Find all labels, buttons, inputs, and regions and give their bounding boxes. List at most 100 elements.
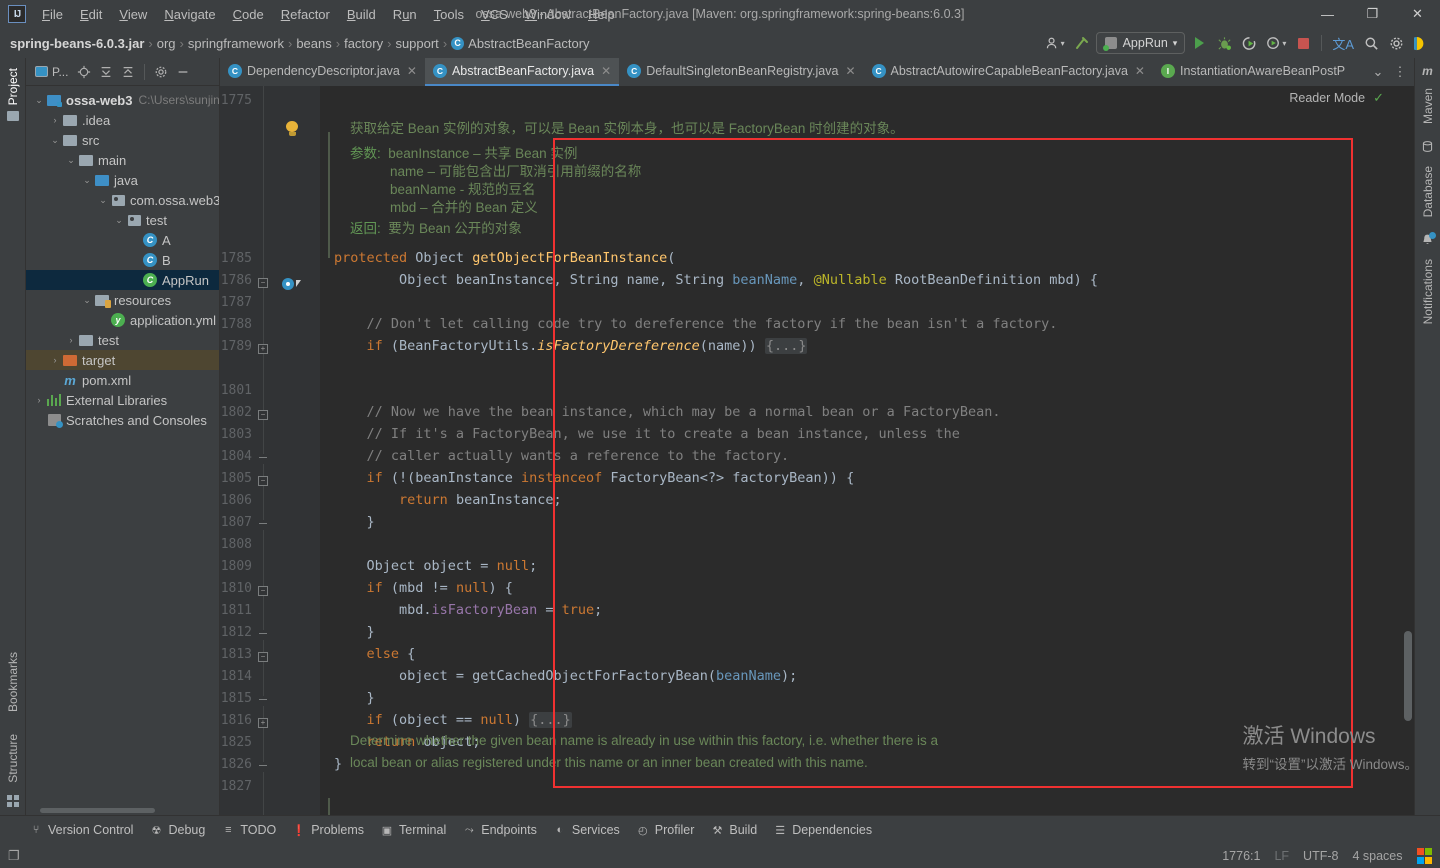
editor-tab-abstractbeanfactory[interactable]: C AbstractBeanFactory.java ✕ (424, 58, 620, 86)
tree-node-test[interactable]: ⌄ test (26, 210, 219, 230)
tree-node-resources[interactable]: ⌄ resources (26, 290, 219, 310)
more-options-icon[interactable]: ⋮ (1390, 62, 1410, 82)
tree-node-application-yml[interactable]: y application.yml (26, 310, 219, 330)
code-fold-minus-icon[interactable]: − (258, 278, 268, 288)
editor-tab-defaultsingletonbeanregistry[interactable]: C DefaultSingletonBeanRegistry.java ✕ (619, 58, 863, 86)
menu-tools[interactable]: Tools (426, 3, 472, 26)
project-tree[interactable]: ⌄ ossa-web3 C:\Users\sunjinx › .idea ⌄ src ⌄ mai… (26, 86, 219, 805)
sidebar-item-database[interactable]: Database (1421, 160, 1435, 223)
editor-vertical-scrollbar[interactable] (1404, 631, 1412, 721)
code-line[interactable]: Object beanInstance, String name, String… (334, 269, 1098, 291)
code-content[interactable]: 获取给定 Bean 实例的对象，可以是 Bean 实例本身，也可以是 Facto… (320, 86, 1414, 815)
translate-icon[interactable]: 文A (1329, 32, 1357, 54)
code-fold-plus-icon[interactable]: + (258, 718, 268, 728)
tree-expand-arrow[interactable]: ⌄ (48, 135, 62, 146)
file-encoding[interactable]: UTF-8 (1303, 849, 1338, 863)
user-profile-icon[interactable]: ▾ (1042, 32, 1068, 54)
tree-node-ossa-web3[interactable]: ⌄ ossa-web3 C:\Users\sunjinx (26, 90, 219, 110)
tree-expand-arrow[interactable]: › (48, 115, 62, 125)
close-tab-icon[interactable]: ✕ (1135, 64, 1145, 78)
code-line[interactable]: // Don't let calling code try to derefer… (334, 313, 1058, 335)
tree-node-scratches-and-consoles[interactable]: Scratches and Consoles (26, 410, 219, 430)
close-tab-icon[interactable]: ✕ (407, 64, 417, 78)
stop-button[interactable] (1292, 32, 1314, 54)
breadcrumb-item-beans[interactable]: beans (296, 36, 331, 51)
caret-position[interactable]: 1776:1 (1222, 849, 1260, 863)
code-fold-minus-icon[interactable]: − (258, 476, 268, 486)
menu-help[interactable]: Help (580, 3, 623, 26)
menu-vcs[interactable]: VCS (473, 3, 516, 26)
code-line[interactable]: if (mbd != null) { (334, 577, 513, 599)
breadcrumb-item-springframework[interactable]: springframework (188, 36, 284, 51)
breadcrumb-item-jar[interactable]: spring-beans-6.0.3.jar (10, 36, 144, 51)
tree-node-pom-xml[interactable]: m pom.xml (26, 370, 219, 390)
code-fold-endu-icon[interactable] (258, 630, 268, 640)
tree-node-a[interactable]: CA (26, 230, 219, 250)
bottom-tool-terminal[interactable]: ▣ Terminal (373, 820, 453, 840)
intention-bulb-icon[interactable] (286, 121, 299, 137)
tree-expand-arrow[interactable]: › (48, 355, 62, 365)
bottom-tool-debug[interactable]: ☢ Debug (142, 820, 212, 840)
code-line[interactable]: } (334, 511, 375, 533)
tree-node-java[interactable]: ⌄ java (26, 170, 219, 190)
tree-expand-arrow[interactable]: ⌄ (32, 95, 46, 106)
tree-expand-arrow[interactable]: › (64, 335, 78, 345)
menu-window[interactable]: Window (517, 3, 579, 26)
tree-expand-arrow[interactable]: ⌄ (80, 295, 94, 306)
sidebar-item-structure[interactable]: Structure (6, 728, 20, 789)
code-line[interactable]: if (!(beanInstance instanceof FactoryBea… (334, 467, 855, 489)
run-with-coverage-button[interactable] (1238, 32, 1260, 54)
gear-icon[interactable] (151, 62, 171, 82)
bottom-tool-build[interactable]: ⚒ Build (703, 820, 764, 840)
menu-view[interactable]: View (111, 3, 155, 26)
profile-button[interactable]: ▾ (1263, 32, 1289, 54)
code-line[interactable]: protected Object getObjectForBeanInstanc… (334, 247, 675, 269)
tree-node-test[interactable]: › test (26, 330, 219, 350)
tree-node-b[interactable]: CB (26, 250, 219, 270)
code-line[interactable]: // Now we have the bean instance, which … (334, 401, 1001, 423)
menu-build[interactable]: Build (339, 3, 384, 26)
bottom-tool-profiler[interactable]: ◴ Profiler (629, 820, 702, 840)
tree-expand-arrow[interactable]: ⌄ (80, 175, 94, 186)
tree-expand-arrow[interactable]: › (32, 395, 46, 405)
tree-expand-arrow[interactable]: ⌄ (96, 195, 110, 206)
editor-gutter[interactable]: 1775 1785 1786 1787 1788 1789 1801 1802 1803 1804… (220, 86, 320, 815)
sidebar-item-bookmarks[interactable]: Bookmarks (6, 646, 20, 718)
code-line[interactable]: if (BeanFactoryUtils.isFactoryDereferenc… (334, 335, 808, 357)
tree-expand-arrow[interactable]: ⌄ (112, 215, 126, 226)
bottom-tool-problems[interactable]: ❗ Problems (285, 820, 371, 840)
close-button[interactable]: ✕ (1395, 0, 1440, 28)
ide-avatar-icon[interactable] (1410, 32, 1432, 54)
code-line[interactable]: object = getCachedObjectForFactoryBean(b… (334, 665, 797, 687)
chevron-down-icon[interactable]: ⌄ (1368, 62, 1388, 82)
editor-tab-abstractautowirecapablebeanfactory[interactable]: C AbstractAutowireCapableBeanFactory.java… (864, 58, 1153, 86)
code-line[interactable]: } (334, 687, 375, 709)
tree-node-src[interactable]: ⌄ src (26, 130, 219, 150)
build-hammer-icon[interactable] (1071, 32, 1093, 54)
gear-icon[interactable] (1385, 32, 1407, 54)
tree-node-com-ossa-web3[interactable]: ⌄ com.ossa.web3 (26, 190, 219, 210)
debug-button[interactable] (1213, 32, 1235, 54)
editor-tab-instantiationawarebeanpostp[interactable]: I InstantiationAwareBeanPostP (1153, 58, 1353, 86)
breadcrumb-item-org[interactable]: org (157, 36, 176, 51)
code-fold-minus-icon[interactable]: − (258, 410, 268, 420)
run-configuration-selector[interactable]: AppRun ▾ (1095, 32, 1186, 54)
breadcrumb-item-support[interactable]: support (395, 36, 438, 51)
code-fold-minus-icon[interactable]: − (258, 586, 268, 596)
bottom-tool-endpoints[interactable]: ⤳ Endpoints (455, 820, 544, 840)
code-line[interactable]: else { (334, 643, 416, 665)
menu-refactor[interactable]: Refactor (273, 3, 338, 26)
project-panel-title[interactable]: P... (31, 65, 72, 79)
bottom-tool-version-control[interactable]: ⑂ Version Control (22, 820, 140, 840)
code-line[interactable]: } (334, 621, 375, 643)
sidebar-item-notifications[interactable]: Notifications (1421, 253, 1435, 330)
editor-tab-dependencydescriptor[interactable]: C DependencyDescriptor.java ✕ (220, 58, 425, 86)
hide-panel-icon[interactable] (173, 62, 193, 82)
code-line[interactable]: mbd.isFactoryBean = true; (334, 599, 602, 621)
expand-all-icon[interactable] (96, 62, 116, 82)
maximize-button[interactable]: ❐ (1350, 0, 1395, 28)
indent-setting[interactable]: 4 spaces (1352, 849, 1402, 863)
menu-edit[interactable]: Edit (72, 3, 110, 26)
code-fold-endu-icon[interactable] (258, 696, 268, 706)
locate-icon[interactable] (74, 62, 94, 82)
